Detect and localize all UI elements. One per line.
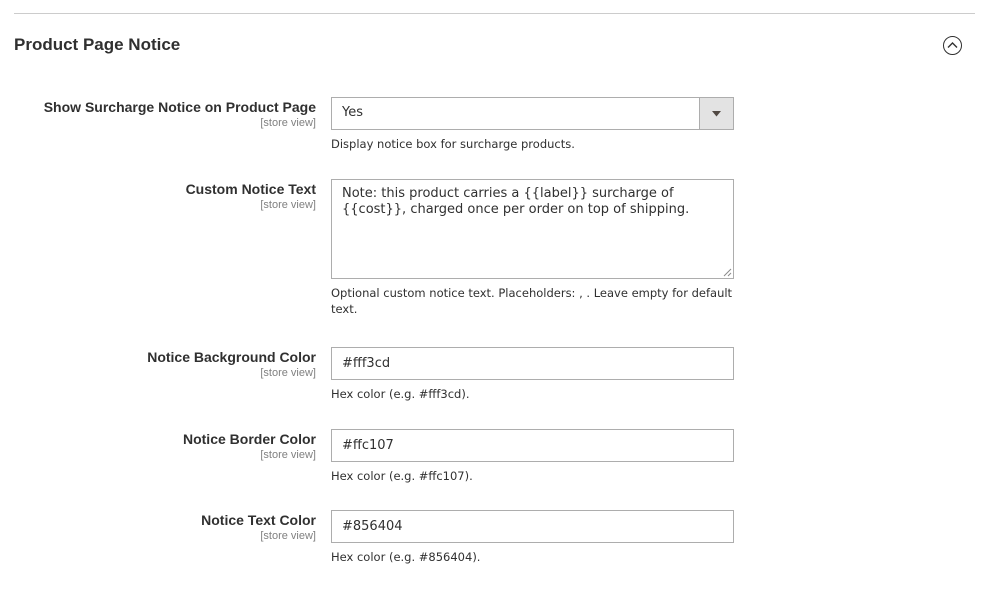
resize-handle-icon[interactable]	[723, 268, 732, 277]
scope-label: [store view]	[260, 367, 316, 379]
bg-color-input[interactable]: #fff3cd	[331, 347, 734, 380]
show-notice-select[interactable]: Yes	[331, 97, 734, 130]
field-label-group: Notice Text Color [store view]	[201, 511, 316, 543]
field-label: Show Surcharge Notice on Product Page	[43, 99, 316, 115]
field-note: Hex color (e.g. #fff3cd).	[331, 387, 470, 401]
scope-label: [store view]	[260, 117, 316, 129]
custom-notice-textarea[interactable]: Note: this product carries a {{label}} s…	[331, 179, 734, 279]
field-label-group: Show Surcharge Notice on Product Page [s…	[44, 98, 316, 130]
section-divider	[14, 13, 975, 14]
field-label-group: Notice Background Color [store view]	[147, 348, 316, 380]
scope-label: [store view]	[260, 449, 316, 461]
field-label: Custom Notice Text	[185, 181, 316, 197]
field-control: Yes Display notice box for surcharge pro…	[331, 97, 734, 152]
field-control: #fff3cd Hex color (e.g. #fff3cd).	[331, 347, 734, 402]
section-title: Product Page Notice	[14, 35, 181, 54]
select-value: Yes	[342, 105, 363, 120]
border-color-input[interactable]: #ffc107	[331, 429, 734, 462]
field-control: #856404 Hex color (e.g. #856404).	[331, 510, 734, 565]
field-control: Note: this product carries a {{label}} s…	[331, 179, 734, 317]
field-note: Optional custom notice text. Placeholder…	[331, 286, 733, 316]
field-label: Notice Border Color	[182, 431, 316, 447]
field-label: Notice Text Color	[201, 512, 316, 528]
caret-down-icon	[712, 111, 721, 117]
section-header[interactable]: Product Page Notice	[14, 33, 975, 61]
field-note: Display notice box for surcharge product…	[331, 137, 575, 151]
scope-label: [store view]	[260, 530, 316, 542]
field-note: Hex color (e.g. #856404).	[331, 550, 481, 564]
chevron-up-icon	[947, 42, 958, 48]
field-label: Notice Background Color	[147, 349, 316, 365]
field-control: #ffc107 Hex color (e.g. #ffc107).	[331, 429, 734, 484]
textarea-value: Note: this product carries a {{label}} s…	[342, 186, 690, 217]
text-color-input[interactable]: #856404	[331, 510, 734, 543]
field-label-group: Notice Border Color [store view]	[183, 430, 316, 462]
scope-label: [store view]	[260, 199, 316, 211]
select-toggle[interactable]	[699, 98, 733, 129]
field-note: Hex color (e.g. #ffc107).	[331, 469, 473, 483]
collapse-button[interactable]	[943, 36, 962, 55]
field-label-group: Custom Notice Text [store view]	[186, 180, 316, 212]
